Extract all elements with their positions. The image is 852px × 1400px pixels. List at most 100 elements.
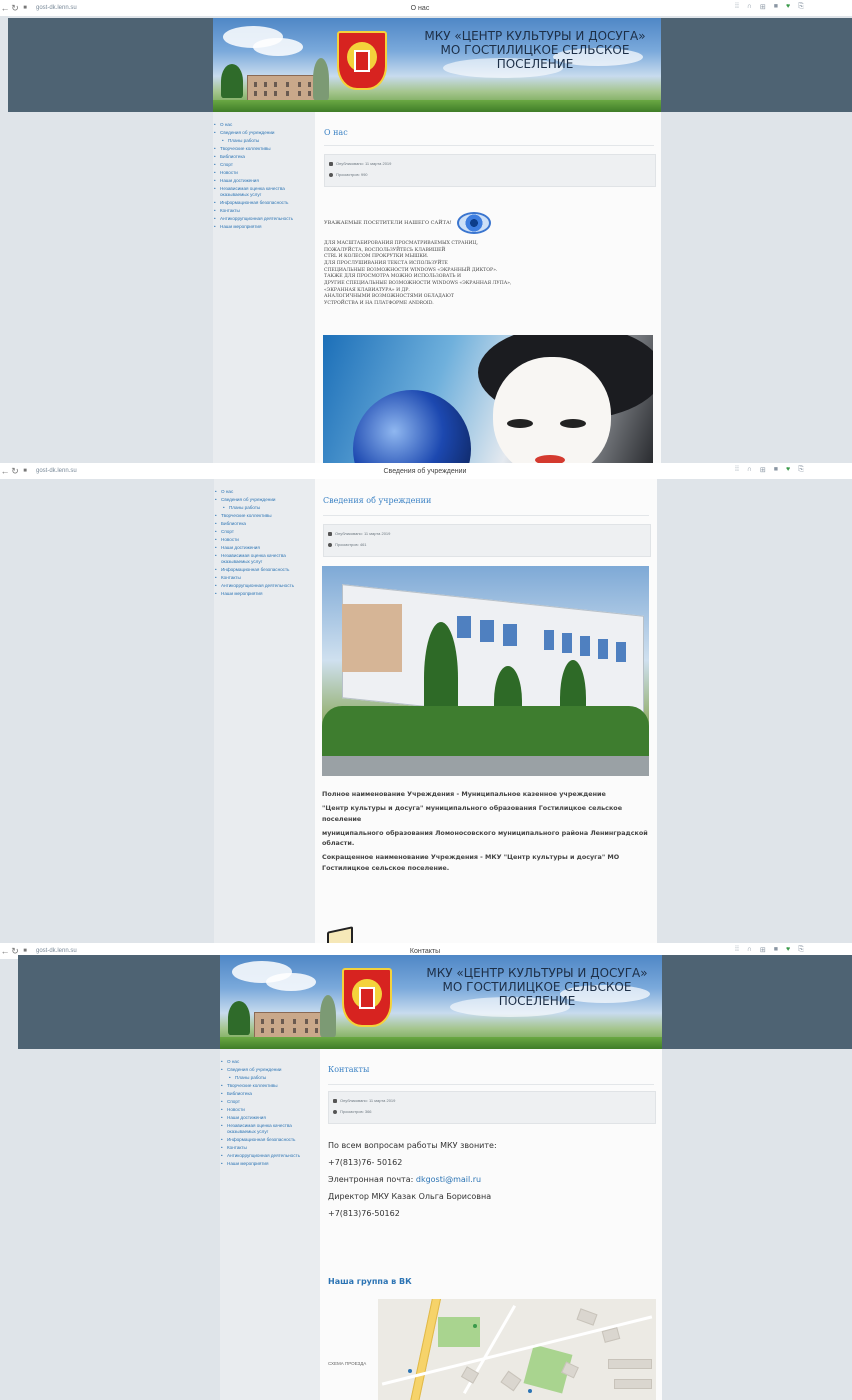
sidebar-item[interactable]: Новости <box>214 537 311 543</box>
title-divider <box>324 145 654 146</box>
sidebar-item[interactable]: Контакты <box>213 208 311 214</box>
directions-map[interactable] <box>378 1299 656 1400</box>
sidebar-item[interactable]: Планы работы <box>214 505 311 511</box>
sidebar-item[interactable]: Информационная безопасность <box>214 567 311 573</box>
eye-icon[interactable] <box>457 212 491 234</box>
bookmark-icon[interactable]: ■ <box>774 946 778 954</box>
sidebar-menu: О нас Сведения об учреждении Планы работы Т… <box>214 479 315 597</box>
profile-icon[interactable]: ⎘ <box>798 466 804 474</box>
apps-icon[interactable]: ⁞⁞ <box>735 946 739 954</box>
sidebar: О нас Сведения об учреждении Планы работы Т… <box>214 479 316 943</box>
calendar-icon <box>329 161 333 166</box>
sidebar-item[interactable]: Наши мероприятия <box>213 224 311 230</box>
sidebar-menu: О нас Сведения об учреждении Планы работы Т… <box>220 1049 320 1167</box>
sidebar-item[interactable]: Планы работы <box>220 1075 316 1081</box>
reload-icon[interactable]: ↻ <box>10 466 20 477</box>
shield-icon[interactable]: ♥ <box>786 466 790 474</box>
apps-icon[interactable]: ⁞⁞ <box>735 3 739 11</box>
extensions-icon[interactable]: ⊞ <box>760 466 766 474</box>
book-icon[interactable] <box>327 926 353 943</box>
view-count: Просмотров: 990 <box>336 172 368 177</box>
address-bar[interactable]: gost-dk.lenn.su <box>36 5 77 11</box>
site-title-line2: МО ГОСТИЛИЦКОЕ СЕЛЬСКОЕ ПОСЕЛЕНИЕ <box>442 979 632 1008</box>
sidebar-item[interactable]: Библиотека <box>213 154 311 160</box>
notice-line: ДЛЯ МАСШТАБИРОВАНИЯ ПРОСМАТРИВАЕМЫХ СТРА… <box>324 241 479 246</box>
screenshot-about: ← ↻ ■ gost-dk.lenn.su О нас ⁞⁞ ∩ ⊞ ■ ♥ ⎘… <box>0 0 852 463</box>
sidebar-item[interactable]: Новости <box>220 1107 316 1113</box>
headphones-icon[interactable]: ∩ <box>747 466 752 474</box>
sidebar-item[interactable]: Наши мероприятия <box>220 1161 316 1167</box>
sidebar-item[interactable]: Сведения об учреждении <box>220 1067 316 1073</box>
profile-icon[interactable]: ⎘ <box>798 946 804 954</box>
notice-line: ТАКЖЕ ДЛЯ ПРОСМОТРА МОЖНО ИСПОЛЬЗОВАТЬ И <box>324 274 461 280</box>
sidebar-item[interactable]: Информационная безопасность <box>220 1137 316 1143</box>
sidebar-item[interactable]: Антикоррупционная деятельность <box>213 216 311 222</box>
address-bar[interactable]: gost-dk.lenn.su <box>36 468 77 474</box>
sidebar-item[interactable]: Спорт <box>213 162 311 168</box>
extensions-icon[interactable]: ⊞ <box>760 3 766 11</box>
sidebar-item[interactable]: Наши достижения <box>220 1115 316 1121</box>
info-paragraph: Сокращенное наименование Учреждения - МК… <box>322 853 620 872</box>
sidebar-item[interactable]: Независимая оценка качества оказываемых … <box>214 553 311 564</box>
sidebar-item[interactable]: Независимая оценка качества оказываемых … <box>213 186 311 197</box>
back-icon[interactable]: ← <box>0 466 10 476</box>
sidebar-item[interactable]: О нас <box>220 1059 316 1065</box>
sidebar-menu: О нас Сведения об учреждении Планы работы Т… <box>213 112 315 230</box>
main-content: Сведения об учреждении Опубликовано: 11 … <box>315 479 657 943</box>
sidebar-item[interactable]: Наши мероприятия <box>214 591 311 597</box>
screenshot-contacts: ← ↻ ■ gost-dk.lenn.su Контакты ⁞⁞ ∩ ⊞ ■ … <box>0 943 852 1400</box>
headphones-icon[interactable]: ∩ <box>747 946 752 954</box>
sidebar-item[interactable]: Антикоррупционная деятельность <box>220 1153 316 1159</box>
reload-icon[interactable]: ↻ <box>10 3 20 14</box>
lock-icon: ■ <box>23 948 27 954</box>
shield-icon[interactable]: ♥ <box>786 946 790 954</box>
sidebar-item[interactable]: Сведения об учреждении <box>214 497 311 503</box>
toolbar-icons: ⁞⁞ ∩ ⊞ ■ ♥ ⎘ <box>735 3 804 11</box>
toolbar-icons: ⁞⁞ ∩ ⊞ ■ ♥ ⎘ <box>735 466 804 474</box>
email-link[interactable]: dkgosti@mail.ru <box>416 1175 481 1184</box>
site-title: МКУ «ЦЕНТР КУЛЬТУРЫ И ДОСУГА» МО ГОСТИЛИ… <box>412 966 662 1008</box>
sidebar-item[interactable]: Планы работы <box>213 138 311 144</box>
vk-group-link[interactable]: Наша группа в ВК <box>328 1277 412 1286</box>
back-icon[interactable]: ← <box>0 946 10 956</box>
sidebar-item[interactable]: О нас <box>213 122 311 128</box>
sidebar-item[interactable]: Новости <box>213 170 311 176</box>
sidebar-item[interactable]: О нас <box>214 489 311 495</box>
building-photo <box>322 566 649 776</box>
phone-number-2: +7(813)76-50162 <box>328 1209 400 1218</box>
sidebar-item[interactable]: Творческие коллективы <box>213 146 311 152</box>
browser-toolbar: ← ↻ ■ gost-dk.lenn.su О нас ⁞⁞ ∩ ⊞ ■ ♥ ⎘ <box>0 0 852 16</box>
sidebar-item[interactable]: Сведения об учреждении <box>213 130 311 136</box>
sidebar-item[interactable]: Антикоррупционная деятельность <box>214 583 311 589</box>
browser-toolbar: ← ↻ ■ gost-dk.lenn.su Сведения об учрежд… <box>0 463 852 479</box>
published-date: Опубликовано: 11 марта 2019 <box>335 531 391 536</box>
sidebar-item[interactable]: Независимая оценка качества оказываемых … <box>220 1123 316 1134</box>
sidebar-item[interactable]: Наши достижения <box>214 545 311 551</box>
apps-icon[interactable]: ⁞⁞ <box>735 466 739 474</box>
sidebar-item[interactable]: Наши достижения <box>213 178 311 184</box>
site-title-line1: МКУ «ЦЕНТР КУЛЬТУРЫ И ДОСУГА» <box>426 966 648 980</box>
shield-icon[interactable]: ♥ <box>786 3 790 11</box>
extensions-icon[interactable]: ⊞ <box>760 946 766 954</box>
sidebar-item[interactable]: Творческие коллективы <box>214 513 311 519</box>
director-name: Директор МКУ Казак Ольга Борисовна <box>328 1192 492 1201</box>
toolbar-icons: ⁞⁞ ∩ ⊞ ■ ♥ ⎘ <box>735 946 804 954</box>
sidebar-item[interactable]: Творческие коллективы <box>220 1083 316 1089</box>
bookmark-icon[interactable]: ■ <box>774 466 778 474</box>
tab-title: Сведения об учреждении <box>383 467 467 475</box>
sidebar-item[interactable]: Спорт <box>214 529 311 535</box>
sidebar-item[interactable]: Контакты <box>214 575 311 581</box>
sidebar-item[interactable]: Контакты <box>220 1145 316 1151</box>
sidebar-item[interactable]: Библиотека <box>214 521 311 527</box>
eye-icon <box>328 542 332 547</box>
sidebar-item[interactable]: Библиотека <box>220 1091 316 1097</box>
sidebar-item[interactable]: Спорт <box>220 1099 316 1105</box>
sidebar-item[interactable]: Информационная безопасность <box>213 200 311 206</box>
profile-icon[interactable]: ⎘ <box>798 3 804 11</box>
coat-of-arms-icon <box>342 968 392 1027</box>
page-title: О нас <box>324 128 348 137</box>
address-bar[interactable]: gost-dk.lenn.su <box>36 948 77 954</box>
back-icon[interactable]: ← <box>0 3 10 13</box>
headphones-icon[interactable]: ∩ <box>747 3 752 11</box>
bookmark-icon[interactable]: ■ <box>774 3 778 11</box>
